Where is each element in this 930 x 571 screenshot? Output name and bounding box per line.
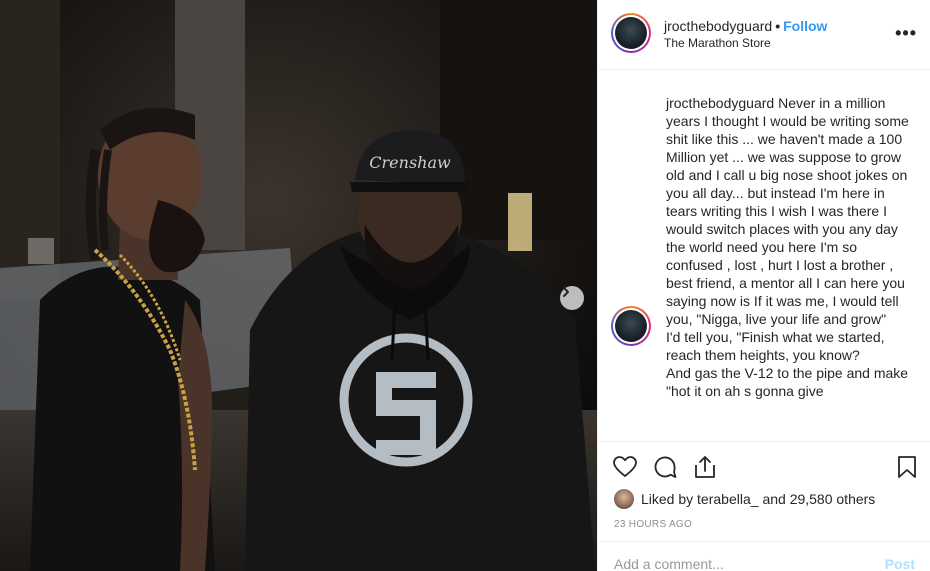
post-timestamp[interactable]: 23 HOURS AGO	[614, 519, 692, 530]
next-photo-button[interactable]	[560, 286, 584, 310]
avatar[interactable]	[611, 13, 651, 53]
caption-body: Never in a million years I thought I wou…	[666, 95, 909, 399]
photo-illustration: Crenshaw	[0, 0, 597, 571]
follow-button[interactable]: Follow	[783, 18, 827, 34]
post-comment-button[interactable]: Post	[885, 556, 915, 571]
comment-input[interactable]	[614, 556, 864, 571]
comment-icon[interactable]	[652, 454, 678, 480]
header-username-row: jrocthebodyguard • Follow	[664, 18, 827, 34]
chevron-right-icon	[563, 287, 569, 297]
heart-icon[interactable]	[612, 454, 638, 480]
caption-avatar[interactable]	[611, 306, 651, 346]
comment-bar: Post	[598, 541, 930, 571]
cap-logo-text: Crenshaw	[369, 153, 451, 172]
caption-area: jrocthebodyguard Never in a million year…	[598, 71, 930, 441]
post-actions: Liked by terabella_ and 29,580 others 23…	[598, 441, 930, 541]
caption-text: jrocthebodyguard Never in a million year…	[666, 94, 911, 400]
liker-username-link[interactable]: terabella_	[697, 491, 759, 507]
likes-middle: and	[762, 491, 786, 507]
separator-dot: •	[775, 18, 781, 34]
caption-username-link[interactable]: jrocthebodyguard	[666, 95, 774, 111]
post-photo[interactable]: Crenshaw	[0, 0, 597, 571]
post-header: jrocthebodyguard • Follow The Marathon Sto…	[598, 0, 930, 70]
liker-avatar[interactable]	[614, 489, 634, 509]
likes-summary: Liked by terabella_ and 29,580 others	[614, 489, 875, 509]
username-link[interactable]: jrocthebodyguard	[664, 18, 772, 34]
share-icon[interactable]	[692, 454, 718, 480]
location-link[interactable]: The Marathon Store	[664, 36, 771, 50]
bookmark-icon[interactable]	[894, 454, 920, 480]
post-sidebar: jrocthebodyguard • Follow The Marathon Sto…	[597, 0, 930, 571]
more-options-icon[interactable]: •••	[895, 24, 917, 42]
likes-prefix: Liked by	[641, 491, 694, 507]
likes-count-link[interactable]: 29,580 others	[790, 491, 876, 507]
